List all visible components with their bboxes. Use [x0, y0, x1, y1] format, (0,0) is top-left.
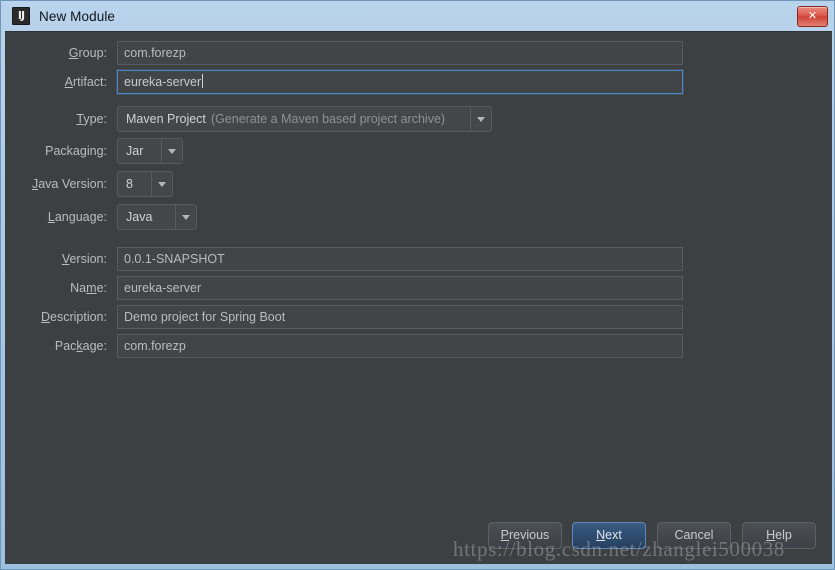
label-artifact: Artifact: [64, 75, 107, 89]
field-row-name: Name: eureka-server [5, 276, 695, 300]
field-row-group: Group: com.forezp [5, 41, 695, 65]
language-combobox[interactable]: Java [117, 204, 197, 230]
artifact-input-value: eureka-server [124, 75, 202, 89]
type-combobox-value: Maven Project (Generate a Maven based pro… [118, 107, 470, 131]
text-caret [202, 74, 204, 88]
label-language: Language: [47, 210, 107, 224]
chevron-down-icon[interactable] [175, 205, 196, 229]
cancel-button[interactable]: Cancel [657, 522, 731, 549]
name-input[interactable]: eureka-server [117, 276, 683, 300]
type-value-hint: (Generate a Maven based project archive) [210, 112, 446, 126]
java-version-combobox-value: 8 [126, 177, 133, 191]
label-name: Name: [70, 281, 107, 295]
previous-button[interactable]: Previous [488, 522, 562, 549]
field-row-packaging: Packaging: Jar [5, 138, 405, 164]
label-type: Type: [76, 112, 107, 126]
label-version: Version: [61, 252, 107, 266]
field-row-language: Language: Java [5, 204, 405, 230]
field-row-package: Package: com.forezp [5, 334, 695, 358]
packaging-combobox-value: Jar [126, 144, 144, 158]
chevron-down-icon[interactable] [151, 172, 172, 196]
artifact-input[interactable]: eureka-server [117, 70, 683, 94]
intellij-idea-icon: IJ [12, 7, 30, 25]
field-row-type: Type: Maven Project (Generate a Maven bas… [5, 106, 695, 132]
label-packaging: Packaging: [45, 144, 107, 158]
help-button[interactable]: Help [742, 522, 816, 549]
field-row-version: Version: 0.0.1-SNAPSHOT [5, 247, 695, 271]
java-version-combobox[interactable]: 8 [117, 171, 173, 197]
packaging-combobox[interactable]: Jar [117, 138, 183, 164]
field-row-description: Description: Demo project for Spring Boo… [5, 305, 695, 329]
language-combobox-value: Java [126, 210, 153, 224]
label-group: Group: [68, 46, 107, 60]
group-input[interactable]: com.forezp [117, 41, 683, 65]
new-module-dialog: IJ New Module ✕ Group: com.forezp Artifa… [0, 0, 835, 570]
type-value-text: Maven Project [126, 112, 206, 126]
description-input[interactable]: Demo project for Spring Boot [117, 305, 683, 329]
chevron-down-icon[interactable] [161, 139, 182, 163]
title-bar: IJ New Module ✕ [1, 1, 834, 31]
package-input[interactable]: com.forezp [117, 334, 683, 358]
version-input[interactable]: 0.0.1-SNAPSHOT [117, 247, 683, 271]
label-description: Description: [40, 310, 107, 324]
chevron-down-icon[interactable] [470, 107, 491, 131]
field-row-java-version: Java Version: 8 [5, 171, 405, 197]
window-title: New Module [39, 8, 116, 24]
label-java-version: Java Version: [31, 177, 107, 191]
dialog-content: Group: com.forezp Artifact: eureka-serve… [5, 31, 832, 564]
next-button[interactable]: Next [572, 522, 646, 549]
field-row-artifact: Artifact: eureka-server [5, 70, 695, 94]
label-package: Package: [54, 339, 107, 353]
type-combobox[interactable]: Maven Project (Generate a Maven based pro… [117, 106, 492, 132]
close-icon[interactable]: ✕ [797, 6, 828, 27]
